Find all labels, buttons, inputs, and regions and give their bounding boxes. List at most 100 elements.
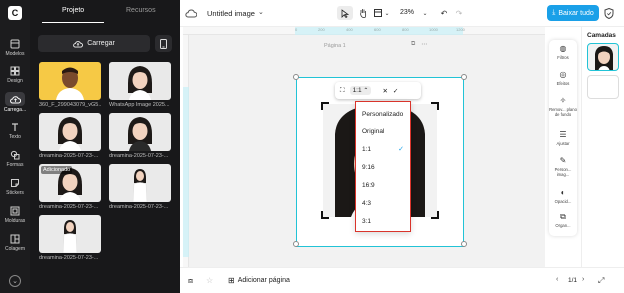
media-caption: 360_F_299043079_vG5... bbox=[39, 102, 101, 108]
add-page-button[interactable]: ⊞ Adicionar página bbox=[228, 276, 290, 285]
canvas-area[interactable]: 0 200 400 600 800 1000 1200 Página 1 ⧉ ⋯ bbox=[183, 27, 545, 267]
ruler-vertical bbox=[183, 35, 189, 267]
layer-thumb-image[interactable] bbox=[587, 43, 619, 71]
layers-title: Camadas bbox=[587, 32, 616, 39]
tool-arrange[interactable]: ⧉ Organ... bbox=[549, 212, 577, 238]
adjust-icon: ☰ bbox=[559, 130, 567, 139]
ruler-tick: 1200 bbox=[456, 27, 465, 32]
resize-handle[interactable] bbox=[461, 241, 467, 247]
redo-button[interactable]: ↷ bbox=[453, 6, 465, 20]
rail-item-design[interactable]: Design bbox=[0, 63, 30, 89]
added-badge: Adicionado bbox=[41, 166, 73, 174]
crop-handle[interactable] bbox=[431, 211, 439, 219]
personalize-icon: ✎ bbox=[559, 156, 567, 165]
ratio-option[interactable]: Original bbox=[362, 128, 384, 135]
chevron-right-icon[interactable]: › bbox=[582, 276, 584, 283]
rail-item-colagem[interactable]: Colagem bbox=[0, 231, 30, 257]
ratio-option[interactable]: 3:1 bbox=[362, 218, 371, 225]
shapes-icon bbox=[9, 149, 21, 161]
download-icon: ⤓ bbox=[552, 9, 556, 16]
media-thumb-6[interactable] bbox=[109, 164, 171, 202]
ratio-option[interactable]: 16:9 bbox=[362, 182, 375, 189]
rail-label: Carrega... bbox=[3, 107, 27, 113]
media-thumb-7[interactable] bbox=[39, 215, 101, 253]
chevron-down-icon: ⌄ bbox=[384, 10, 390, 17]
shield-icon[interactable] bbox=[604, 8, 614, 19]
tab-projeto[interactable]: Projeto bbox=[62, 7, 84, 14]
chevron-left-icon[interactable]: ‹ bbox=[556, 276, 558, 283]
rail-item-carregar[interactable]: Carrega... bbox=[0, 90, 30, 116]
add-page-label: Adicionar página bbox=[237, 277, 290, 284]
hand-tool-button[interactable] bbox=[357, 6, 369, 20]
media-thumb-1[interactable] bbox=[39, 62, 101, 100]
tool-remove-background[interactable]: ✧ Remov... plano de fundo bbox=[549, 96, 577, 128]
rail-item-formas[interactable]: Formas bbox=[0, 147, 30, 173]
ratio-option[interactable]: 1:1 bbox=[362, 146, 371, 153]
media-thumb-4[interactable] bbox=[109, 113, 171, 151]
tab-underline bbox=[42, 22, 104, 23]
tool-efeitos[interactable]: ◎ Efeitos bbox=[549, 70, 577, 96]
undo-button[interactable]: ↶ bbox=[438, 6, 450, 20]
resize-handle[interactable] bbox=[293, 241, 299, 247]
girl-photo bbox=[595, 46, 613, 70]
tool-ajustar[interactable]: ☰ Ajustar bbox=[549, 130, 577, 156]
rail-item-molduras[interactable]: Molduras bbox=[0, 203, 30, 229]
rail-item-texto[interactable]: Texto bbox=[0, 119, 30, 145]
upload-button[interactable]: Carregar bbox=[38, 35, 150, 52]
ratio-option[interactable]: 9:16 bbox=[362, 164, 375, 171]
zoom-level[interactable]: 23% bbox=[400, 9, 414, 16]
media-thumb-3[interactable] bbox=[39, 113, 101, 151]
copy-page-icon[interactable]: ⧉ bbox=[411, 41, 415, 48]
tool-label: Person... imag... bbox=[554, 167, 572, 177]
tool-label: Filtros bbox=[557, 55, 569, 60]
layout-tool-button[interactable]: ⌄ bbox=[373, 6, 391, 20]
phone-upload-button[interactable] bbox=[155, 35, 172, 52]
more-icon[interactable]: ⋯ bbox=[421, 41, 427, 48]
crop-handle[interactable] bbox=[321, 211, 329, 219]
girl-full-photo bbox=[62, 220, 78, 253]
expand-icon[interactable]: ⤢ bbox=[598, 276, 604, 286]
media-thumb-5[interactable]: Adicionado bbox=[39, 164, 101, 202]
tool-label: Organ... bbox=[555, 223, 571, 228]
close-icon[interactable]: ✕ bbox=[382, 87, 387, 95]
app-logo[interactable]: C bbox=[8, 6, 22, 20]
rail-item-modelos[interactable]: Modelos bbox=[0, 36, 30, 62]
girl-photo bbox=[58, 117, 82, 151]
rail-item-stickers[interactable]: Stickers bbox=[0, 175, 30, 201]
ratio-option[interactable]: Personalizado bbox=[362, 111, 403, 118]
export-label: Baixar tudo bbox=[558, 9, 594, 17]
cloud-save-icon[interactable] bbox=[185, 7, 197, 19]
chevron-down-icon[interactable]: ⌄ bbox=[421, 6, 429, 20]
crop-handle[interactable] bbox=[431, 102, 439, 110]
tab-recursos[interactable]: Recursos bbox=[126, 7, 156, 14]
resize-handle[interactable] bbox=[461, 74, 467, 80]
chevron-down-icon[interactable]: ⌄ bbox=[258, 8, 264, 16]
select-tool-button[interactable] bbox=[337, 6, 353, 20]
cursor-icon bbox=[341, 8, 349, 18]
tool-opacity[interactable]: ◐ Opacid... bbox=[549, 188, 577, 214]
layer-thumb-background[interactable] bbox=[587, 75, 619, 99]
rail-label: Texto bbox=[9, 134, 21, 140]
crop-handle[interactable] bbox=[321, 102, 329, 110]
check-icon[interactable]: ✓ bbox=[393, 87, 398, 95]
opacity-icon: ◐ bbox=[560, 188, 566, 197]
media-caption: dreamina-2025-07-23-... bbox=[39, 153, 99, 159]
ratio-option[interactable]: 4:3 bbox=[362, 200, 371, 207]
girl-photo bbox=[128, 117, 152, 151]
resize-handle[interactable] bbox=[293, 74, 299, 80]
tool-label: Ajustar bbox=[556, 141, 570, 146]
media-thumb-2[interactable] bbox=[109, 62, 171, 100]
export-button[interactable]: ⤓ Baixar tudo bbox=[547, 5, 599, 21]
chevron-down-icon[interactable]: ⌄ bbox=[9, 275, 21, 287]
document-title[interactable]: Untitled image bbox=[207, 9, 255, 18]
crop-toolbar: ⛶ 1:1 ⌃ ✕ ✓ bbox=[335, 82, 421, 99]
ruler-tick: 1000 bbox=[429, 27, 438, 32]
pages-icon[interactable]: ⧈ bbox=[188, 276, 193, 286]
ruler-tick: 200 bbox=[318, 27, 325, 32]
crop-icon[interactable]: ⛶ bbox=[340, 87, 345, 95]
tool-filtros[interactable]: ◍ Filtros bbox=[549, 44, 577, 70]
tool-personalize[interactable]: ✎ Person... imag... bbox=[549, 156, 577, 186]
top-bar: Untitled image ⌄ ⌄ 23% ⌄ ↶ ↷ ⤓ Baixar tu… bbox=[180, 0, 624, 27]
star-icon[interactable]: ☆ bbox=[206, 276, 213, 285]
ratio-select[interactable]: 1:1 ⌃ bbox=[349, 86, 372, 95]
